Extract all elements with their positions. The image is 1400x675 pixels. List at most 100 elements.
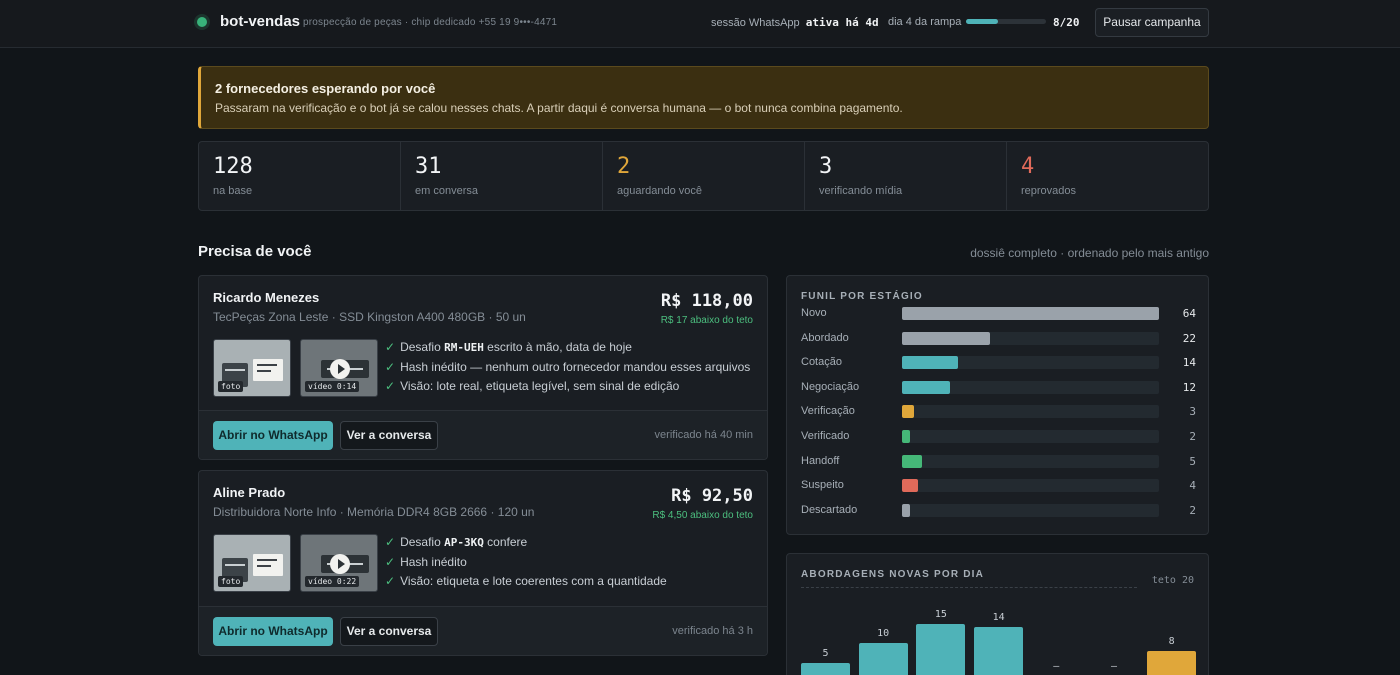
section-title: Precisa de você [198,243,312,260]
funnel-label: Verificado [801,430,850,442]
ramp-progress-fill [966,19,998,24]
funnel-track [902,331,1159,345]
funnel-label: Suspeito [801,479,844,492]
offer-price: R$ 92,50 [671,486,753,506]
supplier-card: Ricardo Menezes TecPeças Zona Leste · SS… [198,275,768,460]
thumb-tag: vídeo 0:22 [305,576,360,587]
stat-value: 3 [819,154,833,179]
funnel-row: Verificação 3 [801,404,1196,420]
stat-label: reprovados [1021,185,1077,197]
funnel-value: 14 [1182,356,1196,370]
daily-bar [916,623,966,675]
video-thumbnail[interactable]: vídeo 0:14 [300,339,378,397]
daily-bar-label: 10 [877,628,890,639]
daily-bar-label: 8 [1168,635,1175,647]
ramp-progress-bar [966,19,1046,24]
stat-value: 2 [617,154,631,179]
thumb-tag: foto [218,381,244,392]
photo-thumbnail[interactable]: foto [213,534,291,592]
funnel-value: 64 [1182,307,1196,320]
view-conversation-button[interactable]: Ver a conversa [340,617,438,646]
funnel-track [902,356,1159,370]
daily-bar [974,627,1024,675]
price-below-cap: R$ 4,50 abaixo do teto [652,510,753,521]
thumb-tag: foto [218,576,244,587]
view-conversation-button[interactable]: Ver a conversa [340,421,438,450]
play-icon [330,554,350,574]
check-icon: ✓ [385,359,396,374]
pause-campaign-button[interactable]: Pausar campanha [1095,8,1209,37]
funnel-row: Cotação 14 [801,355,1196,371]
funnel-bar [902,331,991,345]
funnel-bar [902,430,911,443]
open-whatsapp-button[interactable]: Abrir no WhatsApp [213,421,333,450]
daily-cap-label: teto 20 [1151,575,1194,586]
check-icon: ✓ [385,574,396,588]
open-whatsapp-button[interactable]: Abrir no WhatsApp [213,617,333,646]
funnel-label: Verificação [801,405,855,418]
daily-bar-label: — [1053,661,1060,672]
stats-bar: 128 na base 31 em conversa 2 aguardando … [198,141,1209,211]
funnel-track [902,307,1159,320]
funnel-track [902,454,1159,468]
funnel-value: 5 [1189,454,1196,468]
ramp-label: dia 4 da rampa [888,16,962,28]
supplier-description: TecPeças Zona Leste · SSD Kingston A400 … [213,310,526,324]
cap-line [801,587,1137,588]
session-value: ativa há 4d [805,16,879,29]
ramp-count: 8/20 [1053,16,1080,29]
daily-bar-label: 5 [822,647,829,659]
handoff-alert: 2 fornecedores esperando por você Passar… [198,66,1209,129]
funnel-bar [902,307,1159,320]
funnel-track [902,503,1159,517]
verification-checklist: ✓ Desafio RM-UEH escrito à mão, data de h… [385,340,750,399]
card-footer: Abrir no WhatsApp Ver a conversa verific… [199,410,767,459]
stat-label: em conversa [415,185,478,197]
stat-value: 128 [213,154,253,179]
funnel-bar [902,503,911,517]
verified-time: verificado há 3 h [672,625,753,637]
stat-rejected: 4 reprovados [1007,142,1208,210]
funnel-label: Descartado [801,503,858,516]
stat-label: aguardando você [617,185,703,197]
funnel-bar [902,454,923,468]
photo-thumbnail[interactable]: foto [213,339,291,397]
note-icon [253,359,283,381]
daily-bar [1147,650,1197,675]
funnel-label: Negociação [801,380,860,393]
daily-bar-label: 14 [992,612,1005,624]
daily-approaches-panel: ABORDAGENS NOVAS POR DIA teto 20 5 10 15 14… [786,553,1209,675]
app-subtitle: prospecção de peças · chip dedicado +55 … [303,17,558,28]
daily-bar [801,662,850,675]
stat-label: verificando mídia [819,185,903,197]
funnel-bar [902,356,959,370]
session-status: sessão WhatsApp ativa há 4d [711,16,879,29]
funnel-label: Novo [801,307,827,319]
funnel-bar [902,405,915,419]
funnel-track [902,405,1159,419]
daily-bar [858,643,908,675]
thumb-tag: vídeo 0:14 [305,381,360,392]
funnel-value: 2 [1189,430,1196,443]
verification-checklist: ✓ Desafio AP-3KQ confere ✓ Hash inédito ✓ V… [385,535,667,594]
funnel-row: Descartado 2 [801,503,1196,519]
video-thumbnail[interactable]: vídeo 0:22 [300,534,378,592]
funnel-panel: FUNIL POR ESTÁGIO Novo 64 Abordado 22 Cotaçã… [786,275,1209,535]
funnel-row: Negociação 12 [801,380,1196,396]
stat-waiting: 2 aguardando você [603,142,805,210]
funnel-label: Handoff [801,454,840,467]
status-dot-icon [197,17,207,27]
check-item: ✓ Hash inédito [385,554,467,569]
app-name: bot-vendas [220,13,301,30]
supplier-name: Aline Prado [213,485,286,500]
alert-title: 2 fornecedores esperando por você [215,81,436,96]
supplier-name: Ricardo Menezes [213,290,320,305]
session-label: sessão WhatsApp [711,17,800,29]
stat-value: 4 [1021,154,1035,179]
supplier-description: Distribuidora Norte Info · Memória DDR4 … [213,505,535,519]
funnel-value: 22 [1182,331,1196,345]
check-icon: ✓ [385,340,396,354]
funnel-row: Suspeito 4 [801,478,1196,494]
check-item: ✓ Visão: lote real, etiqueta legível, sem… [385,379,680,393]
play-icon [330,359,350,379]
